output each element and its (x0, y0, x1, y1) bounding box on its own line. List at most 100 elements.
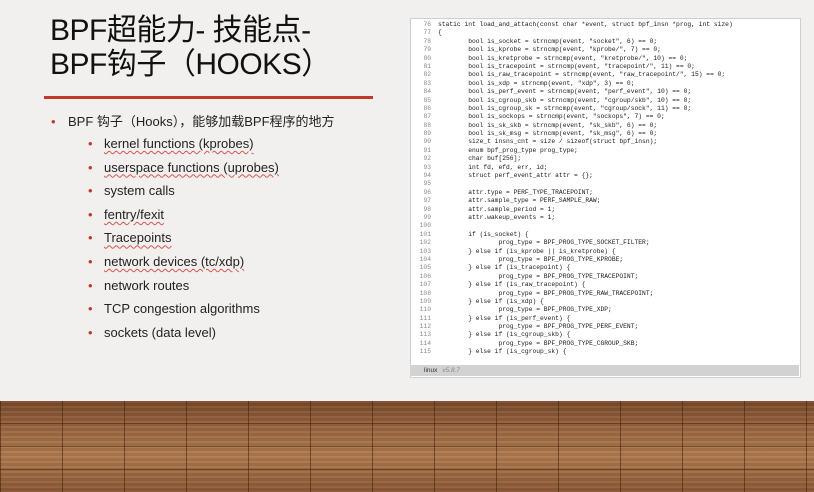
code-line-text: bool is_cgroup_sk = strncmp(event, "cgro… (438, 104, 692, 112)
code-footer: linux v5.8.7 (410, 365, 799, 376)
code-line: 79 bool is_kprobe = strncmp(event, "kpro… (411, 46, 800, 54)
code-line-number: 95 (423, 180, 431, 188)
sub-bullet-text: network routes (104, 277, 190, 293)
code-line-number: 84 (423, 88, 431, 96)
code-line-text: bool is_kretprobe = strncmp(event, "kret… (438, 54, 688, 62)
sub-bullet-text: network devices (tc/xdp) (104, 253, 245, 269)
code-line-text: if (is_socket) { (438, 230, 529, 238)
code-footer-version: v5.8.7 (442, 367, 460, 374)
code-line: 80 bool is_kretprobe = strncmp(event, "k… (411, 55, 800, 63)
code-line: 89 bool is_sk_msg = strncmp(event, "sk_m… (411, 130, 800, 138)
code-line-text: struct perf_event_attr attr = {}; (438, 172, 593, 180)
sub-bullet-item: system calls (48, 182, 408, 206)
code-line-number: 99 (423, 213, 431, 221)
code-line-text: bool is_tracepoint = strncmp(event, "tra… (438, 62, 695, 70)
code-screenshot: 76 static int load_and_attach(const char … (410, 18, 801, 378)
code-line-text: int fd, efd, err, id; (438, 163, 548, 171)
code-line: 91 enum bpf_prog_type prog_type; (411, 147, 800, 155)
code-line: 107 } else if (is_raw_tracepoint) { (411, 281, 800, 289)
code-line-text: char buf[256]; (438, 155, 522, 163)
sub-bullet-item: network devices (tc/xdp) (48, 253, 408, 277)
code-line-text: } else if (is_cgroup_sk) { (438, 348, 567, 356)
sub-bullet-item: userspace functions (uprobes) (48, 159, 408, 183)
sub-bullet-text: sockets (data level) (104, 324, 216, 340)
slide: BPF超能力- 技能点- BPF钩子（HOOKS） BPF 钩子（Hooks），… (0, 0, 814, 492)
code-line-text: bool is_sockops = strncmp(event, "sockop… (438, 113, 665, 121)
code-line-number: 79 (423, 46, 431, 54)
code-line-text: bool is_raw_tracepoint = strncmp(event, … (438, 71, 726, 79)
code-line: 110 prog_type = BPF_PROG_TYPE_XDP; (411, 306, 800, 314)
code-line: 84 bool is_perf_event = strncmp(event, "… (411, 88, 800, 96)
code-line-text: prog_type = BPF_PROG_TYPE_SOCKET_FILTER; (438, 239, 650, 247)
code-line-number: 94 (423, 172, 431, 180)
sub-bullet-item: sockets (data level) (48, 324, 408, 348)
code-line-text: bool is_kprobe = strncmp(event, "kprobe/… (438, 46, 661, 54)
code-line-number: 91 (423, 146, 431, 154)
code-line-text: prog_type = BPF_PROG_TYPE_CGROUP_SKB; (438, 339, 639, 347)
code-line-number: 88 (423, 121, 431, 129)
code-line-number: 113 (419, 331, 431, 339)
code-line-number: 78 (423, 37, 431, 45)
code-line: 94 struct perf_event_attr attr = {}; (411, 172, 800, 180)
code-line-number: 90 (423, 138, 431, 146)
code-line-text: } else if (is_cgroup_skb) { (438, 331, 571, 339)
code-line: 103 } else if (is_kprobe || is_kretprobe… (411, 248, 800, 256)
code-line-number: 96 (423, 188, 431, 196)
code-line-number: 109 (419, 297, 431, 305)
code-line-text: attr.type = PERF_TYPE_TRACEPOINT; (438, 188, 593, 196)
code-line-text: attr.sample_period = 1; (438, 205, 556, 213)
code-line: 88 bool is_sk_skb = strncmp(event, "sk_s… (411, 122, 800, 130)
code-line: 100 (411, 222, 800, 230)
code-line-text: bool is_socket = strncmp(event, "socket"… (438, 37, 658, 45)
code-line-text: bool is_sk_skb = strncmp(event, "sk_skb"… (438, 121, 658, 129)
code-line: 81 bool is_tracepoint = strncmp(event, "… (411, 63, 800, 71)
code-line-number: 110 (419, 306, 431, 314)
code-line-number: 86 (423, 104, 431, 112)
code-line-number: 77 (423, 29, 431, 37)
code-line-text: prog_type = BPF_PROG_TYPE_KPROBE; (438, 255, 624, 263)
code-line-text: prog_type = BPF_PROG_TYPE_XDP; (438, 306, 612, 314)
bullet-list: BPF 钩子（Hooks），能够加载BPF程序的地方 kernel functi… (48, 113, 408, 347)
code-line-text: } else if (is_raw_tracepoint) { (438, 281, 586, 289)
code-line-text: } else if (is_kprobe || is_kretprobe) { (438, 247, 616, 255)
sub-bullet-item: TCP congestion algorithms (48, 300, 408, 324)
code-line-number: 85 (423, 96, 431, 104)
sub-bullet-item: network routes (48, 277, 408, 301)
sub-bullet-item: kernel functions (kprobes) (48, 135, 408, 159)
code-line-text: bool is_sk_msg = strncmp(event, "sk_msg"… (438, 130, 658, 138)
code-line: 114 prog_type = BPF_PROG_TYPE_CGROUP_SKB… (411, 340, 800, 348)
code-line: 105 } else if (is_tracepoint) { (411, 264, 800, 272)
code-line: 99 attr.wakeup_events = 1; (411, 214, 800, 222)
code-line-number: 103 (419, 247, 431, 255)
code-line: 76 static int load_and_attach(const char … (411, 21, 800, 29)
code-line: 78 bool is_socket = strncmp(event, "sock… (411, 38, 800, 46)
sub-bullet-text: userspace functions (uprobes) (104, 159, 279, 175)
code-line-text: bool is_cgroup_skb = strncmp(event, "cgr… (438, 96, 692, 104)
code-line: 82 bool is_raw_tracepoint = strncmp(even… (411, 71, 800, 79)
code-line: 104 prog_type = BPF_PROG_TYPE_KPROBE; (411, 256, 800, 264)
sub-bullet-item: fentry/fexit (48, 206, 408, 230)
code-line: 115 } else if (is_cgroup_sk) { (411, 348, 800, 356)
main-bullet: BPF 钩子（Hooks），能够加载BPF程序的地方 (48, 113, 408, 131)
title-underline-rule (44, 96, 373, 99)
code-line: 85 bool is_cgroup_skb = strncmp(event, "… (411, 97, 800, 105)
code-line-number: 89 (423, 130, 431, 138)
sub-bullet-text: Tracepoints (104, 230, 172, 246)
slide-title: BPF超能力- 技能点- BPF钩子（HOOKS） (50, 14, 390, 82)
sub-bullet-text: system calls (104, 183, 175, 199)
code-line-number: 108 (419, 289, 431, 297)
code-line-number: 76 (423, 21, 431, 28)
code-line: 113 } else if (is_cgroup_skb) { (411, 331, 800, 339)
code-line-number: 80 (423, 54, 431, 62)
code-line-text: attr.wakeup_events = 1; (438, 213, 556, 221)
code-line: 95 (411, 180, 800, 188)
wood-floor-image (0, 401, 814, 492)
code-line-text: prog_type = BPF_PROG_TYPE_RAW_TRACEPOINT… (438, 289, 654, 297)
title-line-1: BPF超能力- 技能点- (50, 14, 311, 47)
code-line: 98 attr.sample_period = 1; (411, 206, 800, 214)
code-line-text: attr.sample_type = PERF_SAMPLE_RAW; (438, 197, 601, 205)
code-line-text: size_t insns_cnt = size / sizeof(struct … (438, 138, 658, 146)
code-line: 112 prog_type = BPF_PROG_TYPE_PERF_EVENT… (411, 323, 800, 331)
code-line: 101 if (is_socket) { (411, 231, 800, 239)
code-footer-label: linux (424, 367, 438, 374)
